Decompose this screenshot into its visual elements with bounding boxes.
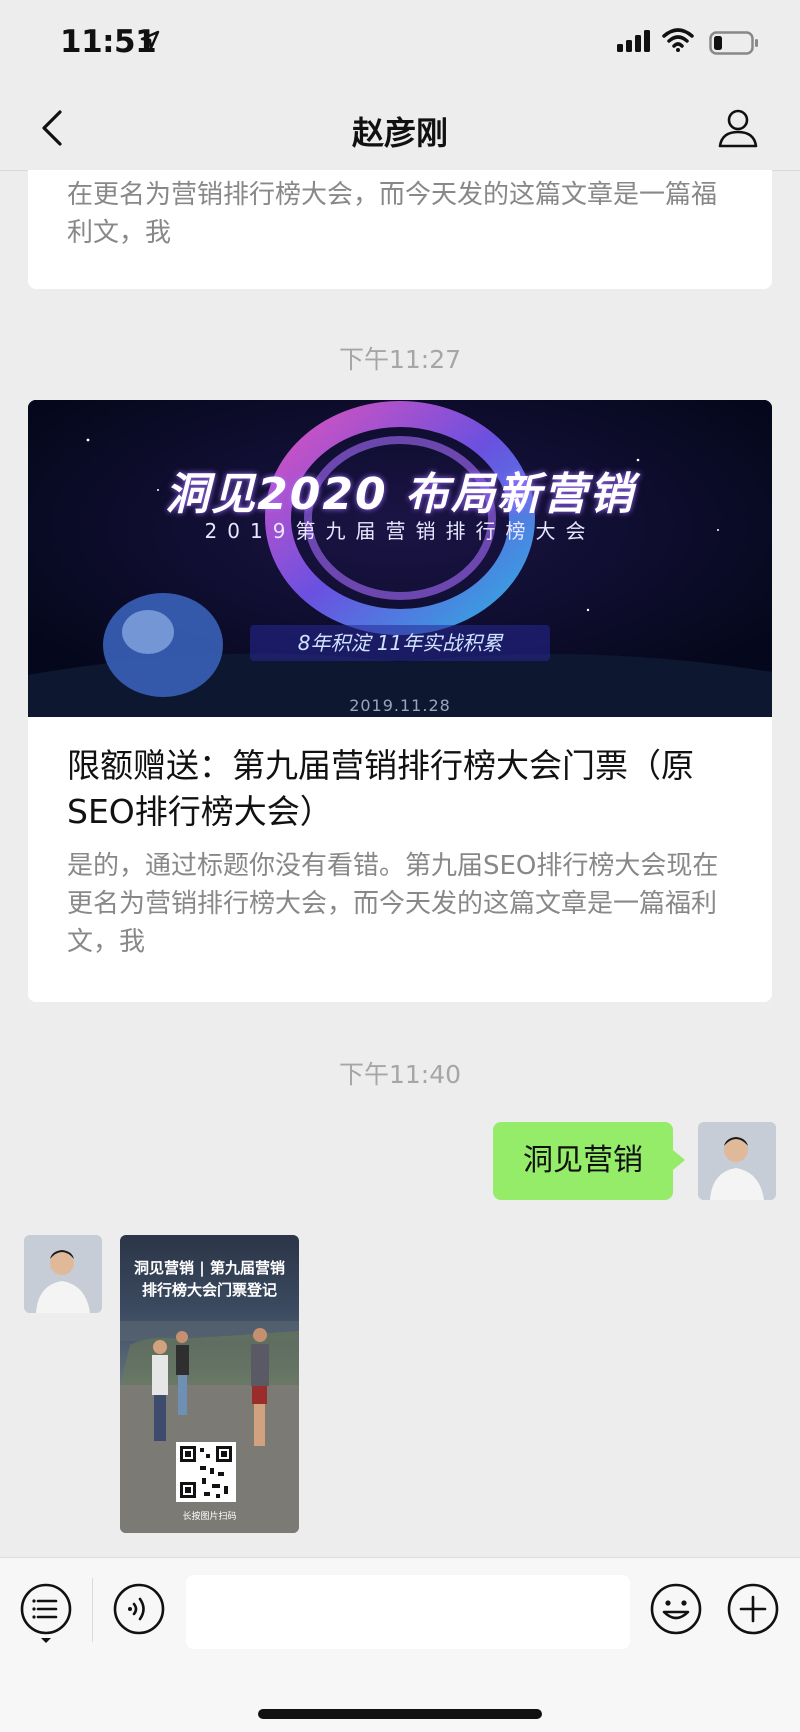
battery-icon	[709, 31, 758, 55]
avatar[interactable]	[698, 1122, 776, 1200]
person-avatar-icon	[24, 1235, 102, 1313]
home-indicator[interactable]	[258, 1709, 542, 1719]
cellular-signal-icon	[617, 30, 650, 52]
message-timestamp: 下午11:27	[338, 345, 462, 374]
chat-title: 赵彦刚	[351, 114, 448, 152]
article-card-previous[interactable]: 在更名为营销排行榜大会，而今天发的这篇文章是一篇福利文，我	[28, 170, 772, 289]
toolbar-divider	[92, 1578, 93, 1642]
emoji-icon[interactable]	[649, 1582, 703, 1636]
article-banner-image: 洞见2020 布局新营销 2019第九届营销排行榜大会 8年积淀 11年实战积累…	[28, 400, 772, 717]
banner-date: 2019.11.28	[349, 696, 451, 715]
voice-input-icon[interactable]	[112, 1582, 166, 1636]
banner-ring-graphic	[28, 400, 772, 717]
message-input[interactable]	[186, 1575, 630, 1649]
sent-message-bubble[interactable]: 洞见营销	[493, 1122, 673, 1200]
article-digest: 在更名为营销排行榜大会，而今天发的这篇文章是一篇福利文，我	[67, 180, 718, 248]
nav-bar: 赵彦刚	[0, 88, 800, 171]
menu-list-icon[interactable]	[20, 1583, 72, 1643]
location-arrow-icon	[140, 30, 160, 50]
status-bar: 11:51	[0, 0, 800, 88]
article-title: 限额赠送：第九届营销排行榜大会门票（原SEO排行榜大会）	[67, 746, 694, 831]
article-card[interactable]: 洞见2020 布局新营销 2019第九届营销排行榜大会 8年积淀 11年实战积累…	[28, 400, 772, 1002]
add-plus-icon[interactable]	[726, 1582, 780, 1636]
wifi-icon	[662, 28, 694, 52]
banner-tag: 8年积淀 11年实战积累	[250, 625, 550, 661]
avatar[interactable]	[24, 1235, 102, 1313]
received-image-poster[interactable]: 洞见营销 | 第九届营销排行榜大会门票登记 长按图片扫码	[120, 1235, 299, 1533]
poster-title: 洞见营销 | 第九届营销排行榜大会门票登记	[134, 1259, 285, 1299]
profile-icon[interactable]	[716, 106, 760, 150]
poster-caption: 长按图片扫码	[182, 1512, 237, 1522]
article-digest: 是的，通过标题你没有看错。第九届SEO排行榜大会现在更名为营销排行榜大会，而今天…	[67, 851, 719, 957]
qr-code-icon	[176, 1442, 236, 1502]
bubble-tail	[673, 1150, 685, 1170]
person-avatar-icon	[698, 1122, 776, 1200]
banner-title: 洞见2020 布局新营销	[165, 469, 635, 520]
banner-subtitle: 2019第九届营销排行榜大会	[204, 519, 596, 543]
message-timestamp: 下午11:40	[338, 1060, 462, 1089]
chat-input-bar	[0, 1557, 800, 1732]
